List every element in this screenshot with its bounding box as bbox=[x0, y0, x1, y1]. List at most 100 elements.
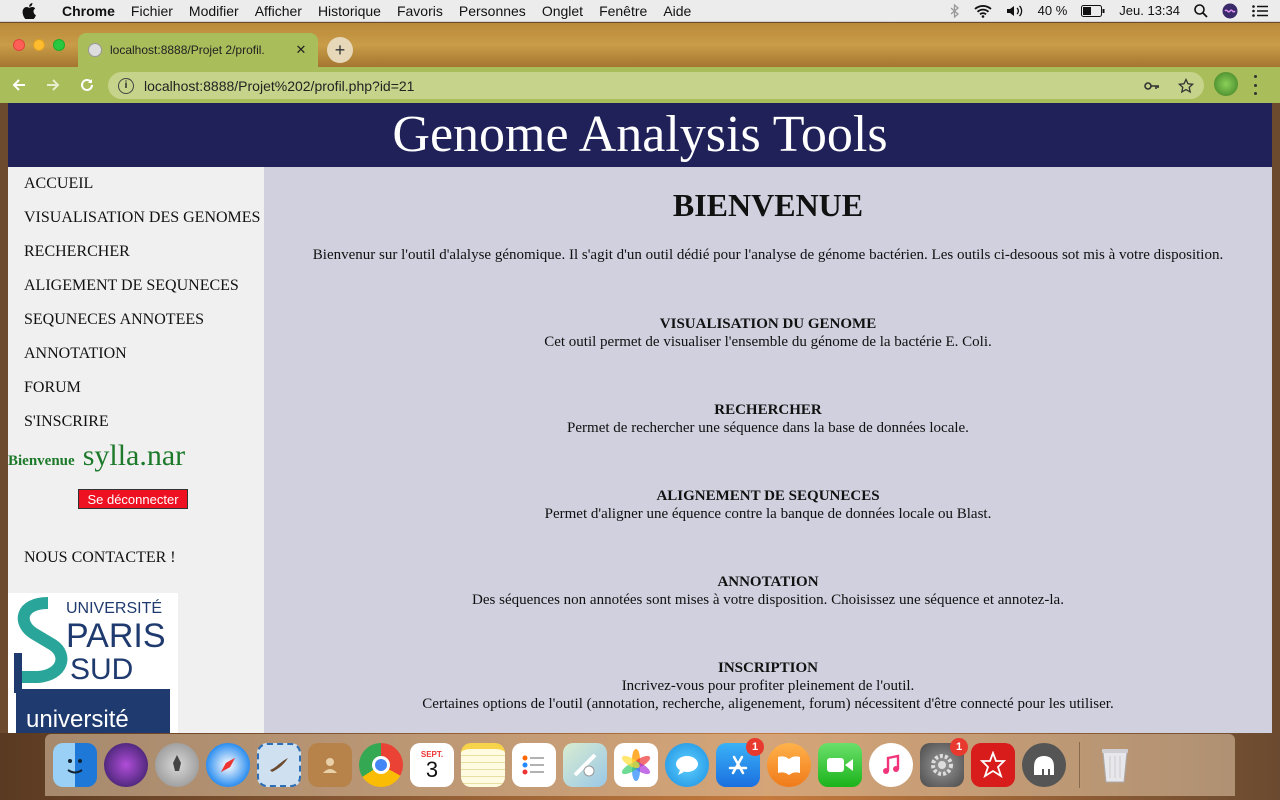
reminders-icon[interactable] bbox=[512, 743, 556, 787]
window-close-button[interactable] bbox=[13, 39, 25, 51]
profile-avatar[interactable] bbox=[1214, 72, 1238, 96]
logo-text-universite-lower: université bbox=[26, 706, 129, 733]
menu-historique[interactable]: Historique bbox=[310, 3, 389, 19]
nav-annotation[interactable]: ANNOTATION bbox=[24, 345, 127, 363]
bookmark-star-icon[interactable] bbox=[1178, 77, 1194, 94]
menu-aide[interactable]: Aide bbox=[655, 3, 699, 19]
maps-icon[interactable] bbox=[563, 743, 607, 787]
spotlight-search-icon[interactable] bbox=[1194, 3, 1208, 19]
dock-separator bbox=[1079, 742, 1080, 788]
window-minimize-button[interactable] bbox=[33, 39, 45, 51]
tab-favicon-icon bbox=[88, 43, 102, 57]
section-visualisation: VISUALISATION DU GENOME Cet outil permet… bbox=[264, 315, 1272, 351]
menu-clock[interactable]: Jeu. 13:34 bbox=[1119, 3, 1180, 18]
site-header-title: Genome Analysis Tools bbox=[8, 103, 1272, 167]
notification-center-icon[interactable] bbox=[1252, 3, 1268, 19]
section-text: Cet outil permet de visualiser l'ensembl… bbox=[544, 334, 992, 350]
nav-aligement-sequences[interactable]: ALIGEMENT DE SEQUNECES bbox=[24, 277, 239, 295]
browser-tab[interactable]: localhost:8888/Projet 2/profil. ✕ bbox=[78, 33, 318, 67]
section-text: Permet d'aligner une équence contre la b… bbox=[544, 506, 992, 522]
menu-fenetre[interactable]: Fenêtre bbox=[591, 3, 655, 19]
launchpad-rocket-icon[interactable] bbox=[155, 743, 199, 787]
reload-icon[interactable] bbox=[72, 70, 102, 100]
section-title: INSCRIPTION bbox=[717, 660, 819, 676]
trash-icon[interactable] bbox=[1093, 743, 1137, 787]
section-title: ANNOTATION bbox=[717, 574, 819, 590]
tab-close-icon[interactable]: ✕ bbox=[294, 42, 308, 58]
menu-fichier[interactable]: Fichier bbox=[123, 3, 181, 19]
photos-icon[interactable] bbox=[614, 743, 658, 787]
sidebar: ACCUEIL VISUALISATION DES GENOMES RECHER… bbox=[8, 167, 264, 733]
menu-personnes[interactable]: Personnes bbox=[451, 3, 534, 19]
section-title: RECHERCHER bbox=[714, 402, 822, 418]
nav-forum[interactable]: FORUM bbox=[24, 379, 81, 397]
browser-tab-strip: localhost:8888/Projet 2/profil. ✕ + bbox=[0, 23, 1280, 67]
facetime-icon[interactable] bbox=[818, 743, 862, 787]
nav-contact[interactable]: NOUS CONTACTER ! bbox=[24, 549, 176, 567]
messages-icon[interactable] bbox=[665, 743, 709, 787]
site-info-icon[interactable]: i bbox=[118, 77, 134, 94]
mathematica-star-icon[interactable] bbox=[971, 743, 1015, 787]
apple-icon[interactable] bbox=[20, 2, 38, 19]
menu-modifier[interactable]: Modifier bbox=[181, 3, 247, 19]
app-store-badge: 1 bbox=[746, 738, 764, 756]
chrome-menu-icon[interactable] bbox=[1252, 75, 1258, 95]
volume-icon[interactable] bbox=[1006, 3, 1024, 19]
nav-rechercher[interactable]: RECHERCHER bbox=[24, 243, 130, 261]
battery-icon[interactable] bbox=[1081, 3, 1105, 19]
universite-paris-sud-logo: UNIVERSITÉ PARIS SUD université bbox=[8, 593, 178, 733]
books-icon[interactable] bbox=[767, 743, 811, 787]
nav-accueil[interactable]: ACCUEIL bbox=[24, 175, 93, 193]
section-text: Incrivez-vous pour profiter pleinement d… bbox=[621, 678, 915, 694]
section-text: Certaines options de l'outil (annotation… bbox=[422, 696, 1114, 712]
notes-icon[interactable] bbox=[461, 743, 505, 787]
menu-favoris[interactable]: Favoris bbox=[389, 3, 451, 19]
siri-dock-icon[interactable] bbox=[104, 743, 148, 787]
nav-sinscrire[interactable]: S'INSCRIRE bbox=[24, 413, 109, 431]
section-text: Des séquences non annotées sont mises à … bbox=[472, 592, 1064, 608]
logout-button[interactable]: Se déconnecter bbox=[78, 489, 188, 509]
section-title: VISUALISATION DU GENOME bbox=[659, 316, 877, 332]
address-bar-url[interactable]: localhost:8888/Projet%202/profil.php?id=… bbox=[144, 78, 1144, 94]
mamp-elephant-icon[interactable] bbox=[1022, 743, 1066, 787]
back-arrow-icon[interactable] bbox=[4, 70, 34, 100]
page-heading: BIENVENUE bbox=[672, 187, 864, 223]
forward-arrow-icon[interactable] bbox=[38, 70, 68, 100]
menu-onglet[interactable]: Onglet bbox=[534, 3, 591, 19]
contacts-book-icon[interactable] bbox=[308, 743, 352, 787]
section-alignement: ALIGNEMENT DE SEQUNECES Permet d'aligner… bbox=[264, 487, 1272, 523]
system-preferences-badge: 1 bbox=[950, 738, 968, 756]
system-preferences-gear-icon[interactable]: 1 bbox=[920, 738, 968, 787]
nav-sequences-annotees[interactable]: SEQUNECES ANNOTEES bbox=[24, 311, 204, 329]
main-content: BIENVENUE Bienvenur sur l'outil d'alalys… bbox=[264, 167, 1272, 733]
siri-icon[interactable] bbox=[1222, 3, 1238, 19]
wifi-icon[interactable] bbox=[974, 3, 992, 19]
new-tab-button[interactable]: + bbox=[327, 37, 353, 63]
menu-app-name[interactable]: Chrome bbox=[54, 3, 123, 19]
section-text: Permet de rechercher une séquence dans l… bbox=[567, 420, 969, 436]
battery-percent: 40 % bbox=[1037, 3, 1068, 18]
safari-compass-icon[interactable] bbox=[206, 743, 250, 787]
app-store-icon[interactable]: 1 bbox=[716, 738, 764, 787]
logo-text-paris: PARIS bbox=[66, 617, 166, 655]
calendar-icon[interactable]: SEPT. 3 bbox=[410, 743, 454, 787]
nav-visualisation-genomes[interactable]: VISUALISATION DES GENOMES bbox=[24, 209, 260, 227]
bluetooth-icon[interactable] bbox=[950, 3, 960, 19]
window-zoom-button[interactable] bbox=[53, 39, 65, 51]
finder-icon[interactable] bbox=[53, 743, 97, 787]
mail-stamp-icon[interactable] bbox=[257, 743, 301, 787]
menu-afficher[interactable]: Afficher bbox=[247, 3, 310, 19]
chrome-dock-icon[interactable] bbox=[359, 743, 403, 787]
welcome-message: Bienvenue sylla.nar bbox=[8, 439, 185, 473]
section-inscription: INSCRIPTION Incrivez-vous pour profiter … bbox=[264, 659, 1272, 713]
logo-text-universite: UNIVERSITÉ bbox=[66, 598, 162, 617]
key-icon[interactable] bbox=[1144, 78, 1160, 94]
username: sylla.nar bbox=[82, 439, 186, 472]
welcome-label: Bienvenue bbox=[8, 453, 75, 469]
address-bar[interactable]: i localhost:8888/Projet%202/profil.php?i… bbox=[108, 72, 1204, 99]
section-title: ALIGNEMENT DE SEQUNECES bbox=[656, 488, 880, 504]
macos-menu-bar: Chrome Fichier Modifier Afficher Histori… bbox=[0, 0, 1280, 22]
itunes-icon[interactable] bbox=[869, 743, 913, 787]
section-rechercher: RECHERCHER Permet de rechercher une séqu… bbox=[264, 401, 1272, 437]
browser-toolbar: i localhost:8888/Projet%202/profil.php?i… bbox=[0, 67, 1280, 103]
